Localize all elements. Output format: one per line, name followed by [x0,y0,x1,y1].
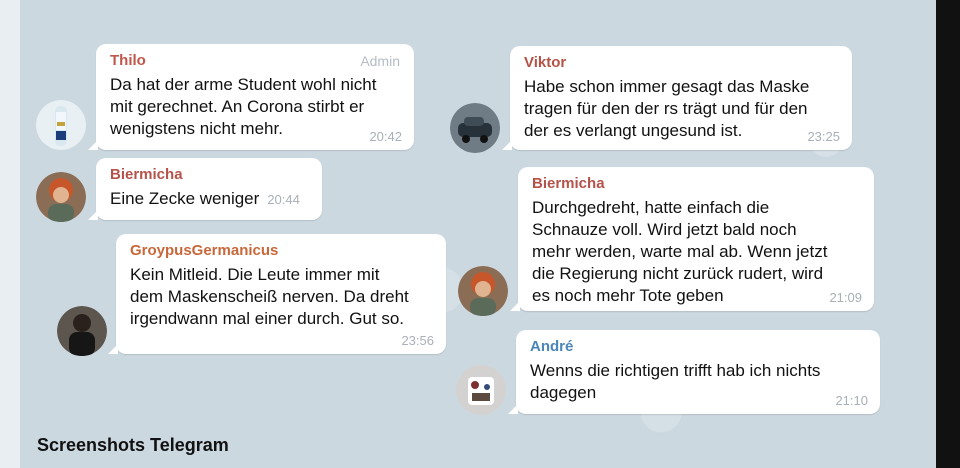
admin-badge: Admin [360,53,400,69]
message-time: 23:56 [401,333,434,348]
figure-avatar-icon[interactable] [456,365,506,415]
message-text-content: Eine Zecke weniger [110,189,260,208]
car-avatar-icon[interactable] [450,103,500,153]
message-time: 20:44 [267,192,300,207]
message-bubble-thilo[interactable]: Thilo Admin Da hat der arme Student wohl… [88,44,414,150]
sender-name[interactable]: Viktor [524,54,840,72]
message-bubble-biermicha-1[interactable]: Biermicha Eine Zecke weniger 20:44 [88,158,322,220]
sender-name[interactable]: Thilo [110,52,402,70]
message-text: Habe schon immer gesagt das Maske tragen… [524,77,810,140]
sender-name[interactable]: André [530,338,868,356]
message-text: Da hat der arme Student wohl nicht mit g… [110,75,377,138]
sender-name[interactable]: GroypusGermanicus [130,242,434,260]
red-hair-avatar-icon[interactable] [458,266,508,316]
dark-figure-avatar-icon[interactable] [57,306,107,356]
beer-bottle-icon[interactable] [36,100,86,150]
left-frame [0,0,20,468]
message-time: 21:09 [829,290,862,305]
message-time: 20:42 [369,129,402,144]
red-hair-avatar-icon[interactable] [36,172,86,222]
message-text: Kein Mitleid. Die Leute immer mit dem Ma… [130,265,409,328]
message-bubble-groypus[interactable]: GroypusGermanicus Kein Mitleid. Die Leut… [108,234,446,354]
message-time: 21:10 [835,393,868,408]
message-bubble-viktor[interactable]: Viktor Habe schon immer gesagt das Maske… [502,46,852,150]
message-text: Wenns die richtigen trifft hab ich nicht… [530,361,821,402]
right-frame [936,0,960,468]
message-bubble-biermicha-2[interactable]: Biermicha Durchgedreht, hatte einfach di… [510,167,874,311]
message-text: Durchgedreht, hatte einfach die Schnauze… [532,198,828,305]
message-bubble-andre[interactable]: André Wenns die richtigen trifft hab ich… [508,330,880,414]
sender-name[interactable]: Biermicha [532,175,862,193]
screenshot-caption: Screenshots Telegram [37,435,229,455]
sender-name[interactable]: Biermicha [110,166,310,184]
message-time: 23:25 [807,129,840,144]
message-text: Eine Zecke weniger 20:44 [110,188,310,211]
